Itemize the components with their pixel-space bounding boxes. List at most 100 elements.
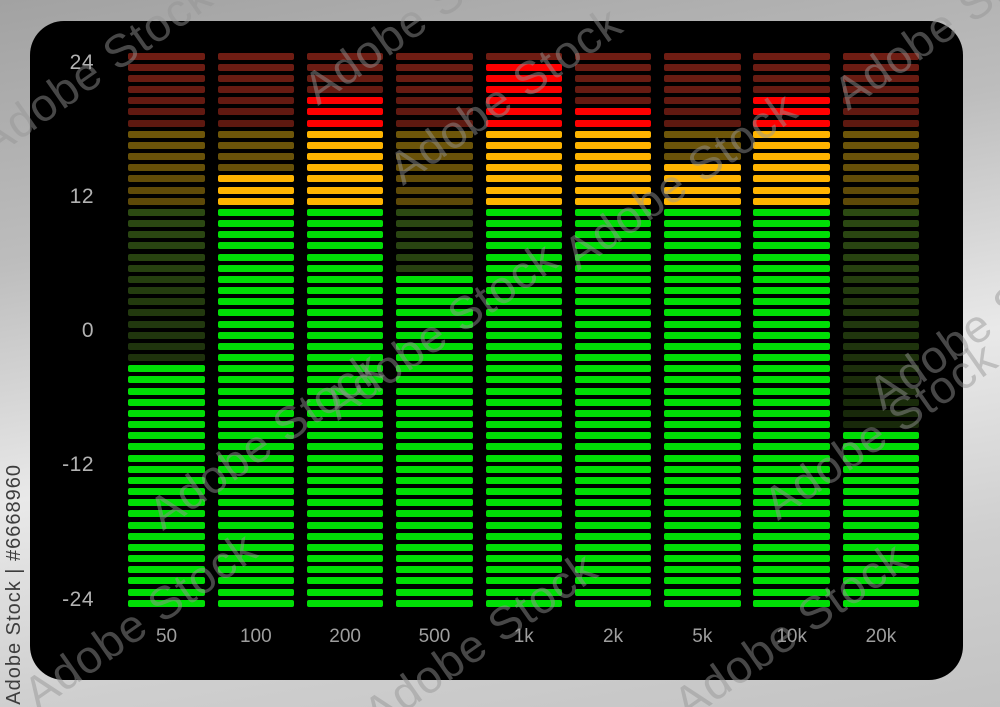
db-label--12: -12: [62, 453, 94, 477]
led-segment-lit: [396, 365, 473, 373]
led-segment-dim: [128, 298, 205, 306]
led-segment-dim: [574, 74, 652, 82]
led-segment-dim: [664, 108, 741, 116]
led-segment-lit: [306, 108, 384, 116]
led-segment-lit: [753, 253, 830, 261]
led-segment-dim: [664, 119, 741, 127]
led-segment-lit: [128, 443, 205, 451]
led-segment-lit: [842, 499, 920, 507]
led-segment-dim: [842, 342, 920, 350]
led-segment-lit: [485, 74, 562, 82]
led-segment-dim: [753, 63, 830, 71]
led-segment-lit: [574, 108, 652, 116]
led-segment-lit: [574, 253, 652, 261]
led-segment-dim: [128, 86, 205, 93]
led-segment-lit: [217, 432, 295, 440]
led-segment-dim: [842, 320, 920, 328]
led-segment-dim: [128, 153, 205, 161]
led-segment-lit: [842, 521, 920, 529]
led-segment-lit: [306, 242, 384, 250]
eq-column-1k: [485, 52, 562, 615]
led-segment-lit: [753, 510, 830, 518]
led-segment-lit: [485, 543, 562, 551]
led-segment-dim: [664, 97, 741, 105]
led-segment-lit: [485, 532, 562, 540]
led-segment-lit: [306, 309, 384, 317]
led-segment-lit: [753, 287, 830, 295]
led-segment-dim: [128, 119, 205, 127]
led-segment-lit: [485, 309, 562, 317]
led-segment-dim: [306, 63, 384, 71]
led-segment-lit: [217, 331, 295, 339]
led-segment-dim: [396, 86, 473, 93]
led-segment-dim: [842, 141, 920, 149]
led-segment-lit: [217, 443, 295, 451]
led-segment-lit: [753, 320, 830, 328]
led-segment-lit: [217, 186, 295, 194]
led-segment-lit: [753, 409, 830, 417]
freq-label-500: 500: [418, 626, 451, 647]
led-segment-lit: [485, 320, 562, 328]
led-segment-dim: [842, 52, 920, 60]
led-segment-lit: [753, 164, 830, 172]
stock-id-label: Adobe Stock | #6668960: [3, 464, 25, 705]
led-segment-lit: [664, 354, 741, 362]
freq-label-50: 50: [155, 626, 178, 647]
led-segment-dim: [217, 119, 295, 127]
led-segment-lit: [842, 454, 920, 462]
led-segment-dim: [842, 197, 920, 205]
led-segment-lit: [306, 264, 384, 272]
led-segment-dim: [396, 130, 473, 138]
led-segment-lit: [664, 465, 741, 473]
led-segment-lit: [396, 454, 473, 462]
led-segment-lit: [664, 186, 741, 194]
led-segment-lit: [753, 208, 830, 216]
db-label-24: 24: [69, 51, 94, 75]
eq-column-500: [396, 52, 473, 615]
led-segment-lit: [217, 220, 295, 228]
led-segment-lit: [574, 398, 652, 406]
eq-column-20k: [842, 52, 920, 615]
led-segment-dim: [128, 52, 205, 60]
led-segment-lit: [128, 521, 205, 529]
eq-column-5k: [664, 52, 741, 615]
led-segment-lit: [128, 577, 205, 585]
led-segment-lit: [664, 231, 741, 239]
led-segment-lit: [396, 588, 473, 596]
led-segment-dim: [574, 97, 652, 105]
led-segment-dim: [128, 264, 205, 272]
led-segment-lit: [664, 532, 741, 540]
led-segment-lit: [217, 242, 295, 250]
led-segment-lit: [574, 175, 652, 183]
led-segment-lit: [128, 421, 205, 429]
led-segment-lit: [485, 153, 562, 161]
led-segment-lit: [306, 153, 384, 161]
led-segment-lit: [217, 421, 295, 429]
led-segment-lit: [217, 287, 295, 295]
led-segment-dim: [664, 74, 741, 82]
led-segment-lit: [128, 365, 205, 373]
led-segment-lit: [485, 264, 562, 272]
led-segment-dim: [664, 52, 741, 60]
led-segment-dim: [128, 354, 205, 362]
led-segment-lit: [664, 443, 741, 451]
led-segment-lit: [128, 454, 205, 462]
led-segment-dim: [396, 242, 473, 250]
led-segment-dim: [128, 208, 205, 216]
led-segment-lit: [574, 387, 652, 395]
led-segment-lit: [396, 354, 473, 362]
led-segment-lit: [128, 376, 205, 384]
led-segment-dim: [842, 331, 920, 339]
led-segment-lit: [306, 119, 384, 127]
led-segment-lit: [396, 298, 473, 306]
led-segment-dim: [396, 175, 473, 183]
led-segment-dim: [217, 74, 295, 82]
led-segment-dim: [842, 175, 920, 183]
led-segment-lit: [574, 432, 652, 440]
led-segment-lit: [842, 465, 920, 473]
freq-label-2k: 2k: [603, 626, 624, 647]
led-segment-lit: [485, 566, 562, 574]
led-segment-lit: [664, 521, 741, 529]
led-segment-dim: [574, 86, 652, 93]
led-segment-lit: [753, 108, 830, 116]
